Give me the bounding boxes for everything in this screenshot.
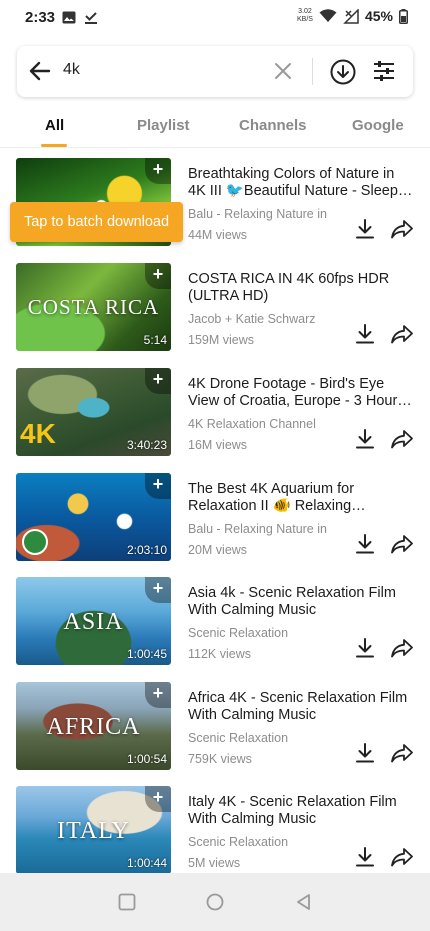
video-views: 159M views xyxy=(188,333,254,347)
video-title[interactable]: Breathtaking Colors of Nature in 4K III … xyxy=(188,166,414,200)
downloads-icon[interactable] xyxy=(330,59,356,85)
signal-icon xyxy=(343,8,359,24)
video-views: 759K views xyxy=(188,752,252,766)
video-duration: 2:03:10 xyxy=(126,543,167,557)
channel-badge-icon xyxy=(22,529,48,555)
tab-channels[interactable]: Channels xyxy=(239,117,307,134)
add-to-playlist-icon[interactable]: + xyxy=(145,577,171,603)
status-time: 2:33 xyxy=(25,9,56,26)
back-triangle-icon[interactable] xyxy=(294,892,314,912)
list-item[interactable]: + 2:03:10 The Best 4K Aquarium for Relax… xyxy=(0,473,430,577)
tab-all[interactable]: All xyxy=(45,117,64,134)
video-channel: Balu - Relaxing Nature in 4K xyxy=(188,207,328,221)
share-icon[interactable] xyxy=(391,219,413,239)
search-divider xyxy=(312,58,313,85)
battery-charging-icon xyxy=(399,8,408,24)
share-icon[interactable] xyxy=(391,638,413,658)
network-speed-value: 3.02 xyxy=(298,8,312,15)
filter-settings-icon[interactable] xyxy=(373,60,395,82)
download-done-icon xyxy=(85,12,97,24)
share-icon[interactable] xyxy=(391,534,413,554)
video-thumbnail[interactable]: 4K + 3:40:23 xyxy=(16,368,171,456)
download-icon[interactable] xyxy=(354,637,376,659)
add-to-playlist-icon[interactable]: + xyxy=(145,682,171,708)
video-channel: Balu - Relaxing Nature in 4K xyxy=(188,522,328,536)
thumbnail-caption: COSTA RICA xyxy=(27,295,160,319)
download-icon[interactable] xyxy=(354,533,376,555)
list-item[interactable]: COSTA RICA + 5:14 COSTA RICA IN 4K 60fps… xyxy=(0,263,430,367)
video-title[interactable]: 4K Drone Footage - Bird's Eye View of Cr… xyxy=(188,376,414,410)
video-thumbnail[interactable]: COSTA RICA + 5:14 xyxy=(16,263,171,351)
video-thumbnail[interactable]: AFRICA + 1:00:54 xyxy=(16,682,171,770)
status-right-icons: 3.02 KB/S 45% xyxy=(297,8,408,24)
clear-icon[interactable] xyxy=(273,61,293,81)
video-views: 112K views xyxy=(188,647,251,661)
download-icon[interactable] xyxy=(354,218,376,240)
video-thumbnail[interactable]: ITALY + 1:00:44 xyxy=(16,786,171,874)
video-channel: Scenic Relaxation xyxy=(188,731,289,745)
download-icon[interactable] xyxy=(354,323,376,345)
video-channel: Scenic Relaxation xyxy=(188,835,289,849)
wifi-icon xyxy=(319,9,337,22)
add-to-playlist-icon[interactable]: + xyxy=(145,263,171,289)
tab-playlist[interactable]: Playlist xyxy=(137,117,190,134)
list-item[interactable]: AFRICA + 1:00:54 Africa 4K - Scenic Rela… xyxy=(0,682,430,786)
share-icon[interactable] xyxy=(391,429,413,449)
status-bar: 2:33 3.02 KB/S 45% xyxy=(0,0,430,36)
video-channel: 4K Relaxation Channel xyxy=(188,417,316,431)
video-views: 20M views xyxy=(188,543,248,557)
home-circle-icon[interactable] xyxy=(205,892,225,912)
video-duration: 5:14 xyxy=(143,333,167,347)
recents-square-icon[interactable] xyxy=(117,892,137,912)
share-icon[interactable] xyxy=(391,324,413,344)
status-notification-icons xyxy=(62,11,98,24)
tabs-divider xyxy=(0,147,430,148)
thumbnail-caption: AFRICA xyxy=(46,714,141,740)
gallery-icon xyxy=(62,11,76,24)
video-views: 44M views xyxy=(188,228,248,242)
tab-google[interactable]: Google xyxy=(352,117,404,134)
add-to-playlist-icon[interactable]: + xyxy=(145,473,171,499)
video-title[interactable]: Asia 4k - Scenic Relaxation Film With Ca… xyxy=(188,585,414,619)
list-item[interactable]: 4K + 3:40:23 4K Drone Footage - Bird's E… xyxy=(0,368,430,472)
add-to-playlist-icon[interactable]: + xyxy=(145,786,171,812)
video-channel: Scenic Relaxation xyxy=(188,626,289,640)
video-title[interactable]: COSTA RICA IN 4K 60fps HDR (ULTRA HD) xyxy=(188,271,414,305)
back-arrow-icon[interactable] xyxy=(27,58,53,84)
video-channel: Jacob + Katie Schwarz xyxy=(188,312,316,326)
batch-download-tooltip[interactable]: Tap to batch download xyxy=(10,202,183,242)
share-icon[interactable] xyxy=(391,743,413,763)
download-icon[interactable] xyxy=(354,428,376,450)
video-title[interactable]: Italy 4K - Scenic Relaxation Film With C… xyxy=(188,794,414,828)
add-to-playlist-icon[interactable]: + xyxy=(145,158,171,184)
thumbnail-caption: 4K xyxy=(20,418,56,449)
search-tabs: All Playlist Channels Google xyxy=(0,108,430,148)
network-speed-unit: KB/S xyxy=(297,16,313,23)
list-item[interactable]: ASIA + 1:00:45 Asia 4k - Scenic Relaxati… xyxy=(0,577,430,681)
video-views: 5M views xyxy=(188,856,241,870)
video-duration: 1:00:45 xyxy=(126,647,167,661)
video-title[interactable]: The Best 4K Aquarium for Relaxation II 🐠… xyxy=(188,481,414,515)
add-to-playlist-icon[interactable]: + xyxy=(145,368,171,394)
thumbnail-caption: ITALY xyxy=(57,818,130,844)
thumbnail-caption: ASIA xyxy=(63,609,124,635)
video-thumbnail[interactable]: + 2:03:10 xyxy=(16,473,171,561)
system-nav-bar xyxy=(0,873,430,931)
video-thumbnail[interactable]: ASIA + 1:00:45 xyxy=(16,577,171,665)
download-icon[interactable] xyxy=(354,742,376,764)
search-bar: 4k xyxy=(17,46,413,97)
battery-percent: 45% xyxy=(364,8,393,24)
video-views: 16M views xyxy=(188,438,248,452)
video-duration: 1:00:44 xyxy=(126,856,167,870)
search-input[interactable]: 4k xyxy=(63,61,80,79)
video-duration: 1:00:54 xyxy=(126,752,167,766)
video-duration: 3:40:23 xyxy=(126,438,167,452)
share-icon[interactable] xyxy=(391,847,413,867)
video-title[interactable]: Africa 4K - Scenic Relaxation Film With … xyxy=(188,690,414,724)
download-icon[interactable] xyxy=(354,846,376,868)
network-speed: 3.02 KB/S xyxy=(297,8,313,24)
